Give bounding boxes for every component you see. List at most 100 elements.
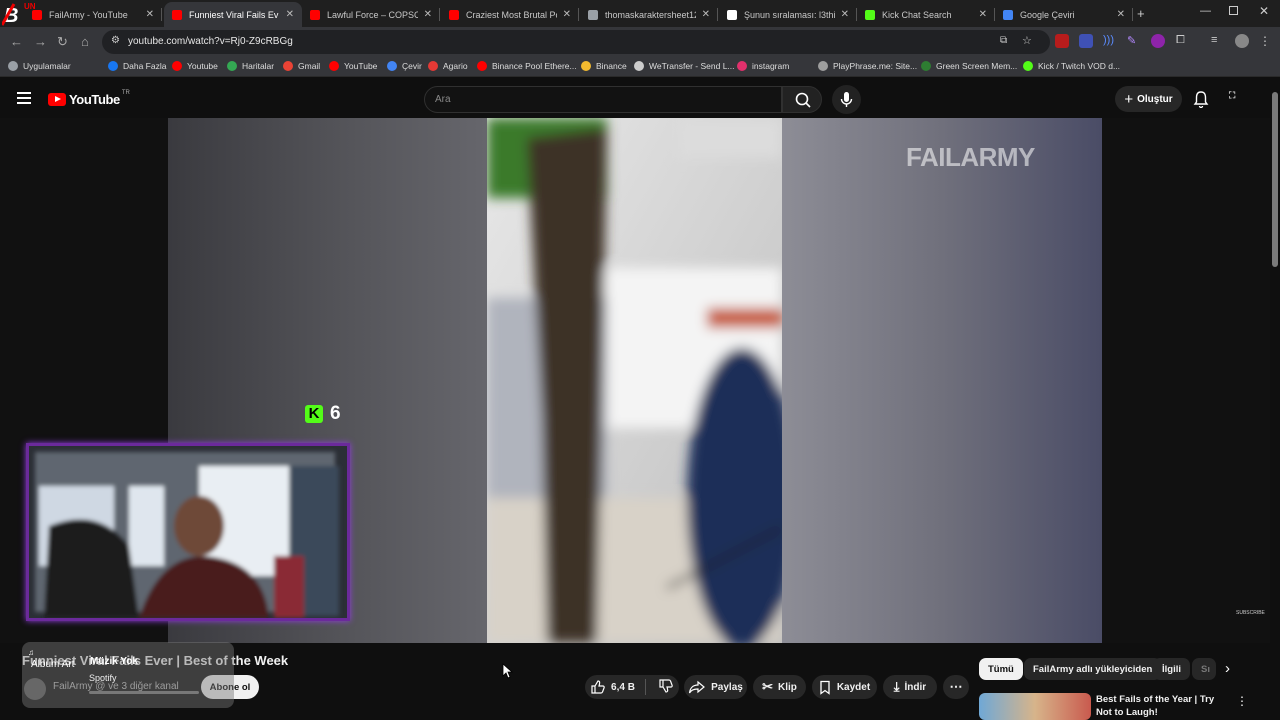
bookmark-item[interactable]: Green Screen Mem... (921, 61, 1017, 71)
browser-tab[interactable]: Craziest Most Brutal Polic ✕ (441, 2, 579, 27)
search-button[interactable] (782, 86, 822, 113)
filter-chip[interactable]: Tümü (979, 658, 1023, 680)
browser-tab-strip: B UN FailArmy - YouTube ✕ Funniest Viral Fa… (0, 0, 1280, 27)
filter-chip[interactable]: İlgili (1153, 658, 1190, 680)
tab-close-icon[interactable]: ✕ (286, 9, 294, 20)
browser-tab[interactable]: FailArmy - YouTube ✕ (24, 2, 162, 27)
bookmark-item[interactable]: Binance Pool Ethere... (477, 61, 577, 71)
site-info-icon[interactable]: ⚙ (111, 35, 120, 46)
chips-next-icon[interactable]: › (1225, 660, 1230, 677)
share-button[interactable]: Paylaş (684, 675, 747, 699)
download-button[interactable]: ⤓ İndir (883, 675, 937, 699)
more-actions-button[interactable]: ⋯ (943, 675, 969, 699)
video-frame-image (487, 118, 782, 643)
page-scrollbar[interactable] (1270, 80, 1280, 720)
track-source: Spotify (89, 673, 117, 683)
create-button[interactable]: + Oluştur (1115, 86, 1182, 112)
tab-close-icon[interactable]: ✕ (146, 9, 154, 20)
create-label: Oluştur (1137, 93, 1173, 105)
extension-translate-icon[interactable] (1079, 34, 1093, 48)
tab-title: Google Çeviri (1020, 9, 1075, 20)
browser-tab[interactable]: Şunun sıralaması: l3thien ✕ (719, 2, 857, 27)
account-avatar[interactable]: ⛶ (1229, 90, 1249, 108)
mouse-cursor-icon (502, 663, 513, 679)
search-icon (795, 92, 811, 108)
minimize-icon[interactable]: — (1200, 5, 1211, 17)
recommended-thumbnail[interactable] (979, 693, 1091, 720)
home-icon[interactable]: ⌂ (81, 34, 89, 49)
extension-new-icon[interactable] (1055, 34, 1069, 48)
bookmark-favicon-icon (387, 61, 397, 71)
media-controls-icon[interactable]: ≡ (1211, 34, 1225, 48)
guide-menu-icon[interactable] (17, 92, 31, 104)
extension-b-icon[interactable] (1151, 34, 1165, 48)
browser-tab[interactable]: Lawful Force – COPSCAM ✕ (302, 2, 440, 27)
clip-button[interactable]: ✂ Klip (753, 675, 806, 699)
browser-tab[interactable]: thomaskaraktersheet123. ✕ (580, 2, 718, 27)
filter-chip[interactable]: Sı (1192, 658, 1216, 680)
bookmark-item[interactable]: PlayPhrase.me: Site... (818, 61, 917, 71)
extension-audio-icon[interactable]: ))) (1103, 34, 1117, 48)
tab-close-icon[interactable]: ✕ (841, 9, 849, 20)
clip-label: Klip (778, 681, 797, 693)
install-app-icon[interactable]: ⧉ (1000, 35, 1007, 46)
kick-viewer-badge: K 6 (305, 401, 341, 427)
profile-avatar-icon[interactable] (1235, 34, 1249, 48)
bookmark-item[interactable]: Gmail (283, 61, 320, 71)
recommended-more-icon[interactable]: ⋮ (1236, 694, 1248, 708)
tab-close-icon[interactable]: ✕ (979, 9, 987, 20)
tab-favicon-icon (727, 9, 737, 20)
bookmark-item[interactable]: YouTube (329, 61, 377, 71)
bookmark-star-icon[interactable]: ☆ (1022, 34, 1032, 47)
bookmark-item[interactable]: Çevir (387, 61, 422, 71)
browser-toolbar: ← → ↻ ⌂ ⚙ youtube.com/watch?v=Rj0-Z9cRBG… (0, 27, 1280, 57)
bookmark-item[interactable]: Kick / Twitch VOD d... (1023, 61, 1120, 71)
scrollbar-thumb[interactable] (1272, 92, 1278, 267)
browser-menu-icon[interactable]: ⋮ (1259, 34, 1273, 48)
tab-title: thomaskaraktersheet123. (605, 9, 696, 20)
bookmark-item[interactable]: WeTransfer - Send L... (634, 61, 735, 71)
browser-tab[interactable]: Google Çeviri ✕ (995, 2, 1133, 27)
search-input[interactable]: Ara (424, 86, 782, 113)
bookmark-item[interactable]: Haritalar (227, 61, 274, 71)
tab-favicon-icon (310, 9, 320, 20)
browser-tab[interactable]: Funniest Viral Fails Ev ✕ (164, 2, 302, 27)
browser-tab[interactable]: Kick Chat Search ✕ (857, 2, 995, 27)
notifications-bell-icon[interactable] (1193, 90, 1209, 113)
extensions-puzzle-icon[interactable]: ⧠ (1176, 34, 1190, 48)
bookmark-item[interactable]: Youtube (172, 61, 218, 71)
blurred-right-fill: FAILARMY SUBSCRIBE (782, 118, 1265, 643)
bookmark-item[interactable]: Binance (581, 61, 627, 71)
forward-icon[interactable]: → (34, 34, 47, 49)
voice-search-button[interactable] (832, 85, 861, 114)
bookmark-item[interactable]: instagram (737, 61, 789, 71)
tab-title: Lawful Force – COPSCAM (327, 9, 418, 20)
back-icon[interactable]: ← (10, 34, 23, 49)
bookmark-item[interactable]: Agario (428, 61, 468, 71)
now-playing-overlay: ♫ Album Art Müzik Yok Spotify (22, 642, 234, 708)
address-bar[interactable]: ⚙ youtube.com/watch?v=Rj0-Z9cRBGg ⧉ ☆ (102, 30, 1050, 54)
tab-close-icon[interactable]: ✕ (702, 9, 710, 20)
save-button[interactable]: Kaydet (812, 675, 877, 699)
tab-separator (161, 8, 162, 21)
close-window-icon[interactable]: ✕ (1259, 4, 1269, 18)
bookmark-item[interactable]: Uygulamalar (8, 61, 71, 71)
tab-title: Craziest Most Brutal Polic (466, 9, 557, 20)
bookmark-item[interactable]: Daha Fazla (108, 61, 166, 71)
country-code: TR (121, 89, 130, 96)
tab-separator (1132, 8, 1133, 21)
new-tab-button[interactable]: + (1137, 6, 1145, 21)
reload-icon[interactable]: ↻ (57, 34, 68, 50)
subscribe-watermark: SUBSCRIBE (1236, 610, 1265, 616)
tab-close-icon[interactable]: ✕ (424, 9, 432, 20)
recommended-title[interactable]: Best Fails of the Year | Try Not to Laug… (1096, 693, 1231, 719)
filter-chip[interactable]: FailArmy adlı yükleyiciden (1024, 658, 1162, 680)
bookmark-label: Agario (443, 61, 468, 71)
restore-icon[interactable] (1229, 6, 1238, 15)
extension-pen-icon[interactable]: ✎ (1127, 34, 1141, 48)
tab-close-icon[interactable]: ✕ (563, 9, 571, 20)
like-button[interactable]: 6,4 B (590, 679, 646, 695)
youtube-logo[interactable]: YouTube TR (48, 89, 130, 107)
tab-close-icon[interactable]: ✕ (1117, 9, 1125, 20)
dislike-button[interactable] (646, 678, 674, 697)
